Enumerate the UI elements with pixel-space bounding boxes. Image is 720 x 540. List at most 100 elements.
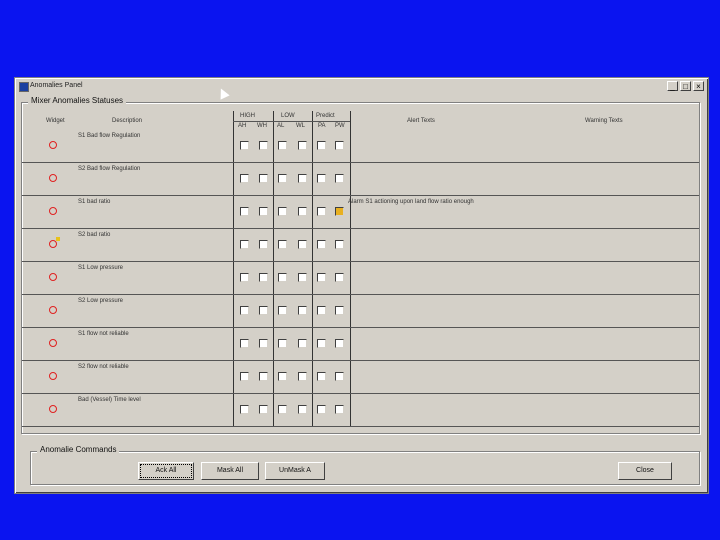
ack-all-button[interactable]: Ack All: [138, 462, 194, 480]
checkbox-wl[interactable]: [298, 207, 307, 216]
checkbox-pa[interactable]: [317, 372, 326, 381]
checkbox-wh[interactable]: [259, 372, 268, 381]
close-window-button[interactable]: ×: [693, 81, 704, 91]
app-icon: [19, 82, 29, 92]
alert-text: Alarm S1 actioning upon land flow ratio …: [348, 199, 474, 205]
checkbox-pa[interactable]: [317, 273, 326, 282]
checkbox-pw[interactable]: [335, 372, 344, 381]
checkbox-wh[interactable]: [259, 405, 268, 414]
row-description: S2 Low pressure: [78, 298, 124, 304]
checkbox-al[interactable]: [278, 405, 287, 414]
status-led[interactable]: [49, 372, 57, 380]
minimize-button[interactable]: _: [667, 81, 678, 91]
checkbox-pw[interactable]: [335, 207, 344, 216]
checkbox-al[interactable]: [278, 174, 287, 183]
column-divider: [350, 111, 351, 427]
checkbox-pw[interactable]: [335, 339, 344, 348]
checkbox-wl[interactable]: [298, 306, 307, 315]
checkbox-ah[interactable]: [240, 273, 249, 282]
checkbox-pw[interactable]: [335, 141, 344, 150]
status-led[interactable]: [49, 339, 57, 347]
checkbox-ah[interactable]: [240, 339, 249, 348]
header-description: Description: [112, 118, 143, 124]
row-separator: [22, 228, 699, 229]
header-underline: [233, 121, 350, 122]
checkbox-ah[interactable]: [240, 207, 249, 216]
checkbox-al[interactable]: [278, 141, 287, 150]
status-led[interactable]: [49, 273, 57, 281]
row-description: Bad (Vessel) Time level: [78, 397, 141, 403]
column-divider: [312, 111, 313, 427]
row-separator: [22, 261, 699, 262]
checkbox-pw[interactable]: [335, 306, 344, 315]
window-title: Anomalies Panel: [30, 82, 83, 89]
status-led[interactable]: [49, 405, 57, 413]
maximize-button[interactable]: □: [680, 81, 691, 91]
row-description: S1 flow not reliable: [78, 331, 129, 337]
checkbox-al[interactable]: [278, 372, 287, 381]
status-led[interactable]: [49, 240, 57, 248]
checkbox-al[interactable]: [278, 273, 287, 282]
status-led[interactable]: [49, 141, 57, 149]
mask-all-button[interactable]: Mask All: [201, 462, 259, 480]
header-high: HIGH: [240, 113, 255, 119]
commands-group-title: Anomalie Commands: [37, 445, 120, 454]
checkbox-ah[interactable]: [240, 372, 249, 381]
statuses-group-title: Mixer Anomalies Statuses: [28, 96, 127, 105]
checkbox-pa[interactable]: [317, 141, 326, 150]
checkbox-al[interactable]: [278, 207, 287, 216]
column-divider: [273, 111, 274, 427]
commands-group: Anomalie Commands Ack All Mask All UnMas…: [30, 445, 700, 485]
checkbox-ah[interactable]: [240, 141, 249, 150]
checkbox-wh[interactable]: [259, 306, 268, 315]
status-led[interactable]: [49, 306, 57, 314]
checkbox-wh[interactable]: [259, 207, 268, 216]
checkbox-pa[interactable]: [317, 240, 326, 249]
checkbox-al[interactable]: [278, 306, 287, 315]
row-description: S2 flow not reliable: [78, 364, 129, 370]
header-alert-texts: Alert Texts: [407, 118, 435, 124]
checkbox-ah[interactable]: [240, 306, 249, 315]
checkbox-pa[interactable]: [317, 306, 326, 315]
checkbox-pw[interactable]: [335, 240, 344, 249]
checkbox-wh[interactable]: [259, 240, 268, 249]
checkbox-ah[interactable]: [240, 405, 249, 414]
checkbox-wl[interactable]: [298, 141, 307, 150]
checkbox-pa[interactable]: [317, 174, 326, 183]
checkbox-wl[interactable]: [298, 174, 307, 183]
checkbox-al[interactable]: [278, 240, 287, 249]
title-bar[interactable]: Anomalies Panel _ □ ×: [16, 79, 707, 93]
checkbox-wh[interactable]: [259, 174, 268, 183]
statuses-group: Mixer Anomalies Statuses Widget Descripti…: [21, 96, 700, 434]
checkbox-wh[interactable]: [259, 273, 268, 282]
checkbox-wh[interactable]: [259, 141, 268, 150]
close-button[interactable]: Close: [618, 462, 672, 480]
checkbox-ah[interactable]: [240, 240, 249, 249]
checkbox-pw[interactable]: [335, 273, 344, 282]
checkbox-wl[interactable]: [298, 339, 307, 348]
checkbox-pa[interactable]: [317, 207, 326, 216]
header-widget: Widget: [46, 118, 65, 124]
row-description: S1 Low pressure: [78, 265, 124, 271]
header-sub-pa: PA: [318, 123, 326, 129]
checkbox-wl[interactable]: [298, 372, 307, 381]
row-description: S1 Bad flow Regulation: [78, 133, 141, 139]
checkbox-pa[interactable]: [317, 405, 326, 414]
row-separator: [22, 327, 699, 328]
anomalies-window: Anomalies Panel _ □ × Mixer Anomalies St…: [14, 77, 709, 494]
checkbox-al[interactable]: [278, 339, 287, 348]
checkbox-wl[interactable]: [298, 273, 307, 282]
status-led[interactable]: [49, 207, 57, 215]
checkbox-wl[interactable]: [298, 240, 307, 249]
checkbox-pw[interactable]: [335, 174, 344, 183]
checkbox-pw[interactable]: [335, 405, 344, 414]
checkbox-pa[interactable]: [317, 339, 326, 348]
row-separator: [22, 195, 699, 196]
unmask-all-button[interactable]: UnMask A: [265, 462, 325, 480]
checkbox-wl[interactable]: [298, 405, 307, 414]
checkbox-wh[interactable]: [259, 339, 268, 348]
checkbox-ah[interactable]: [240, 174, 249, 183]
status-led[interactable]: [49, 174, 57, 182]
row-separator: [22, 393, 699, 394]
header-sub-pw: PW: [335, 123, 345, 129]
